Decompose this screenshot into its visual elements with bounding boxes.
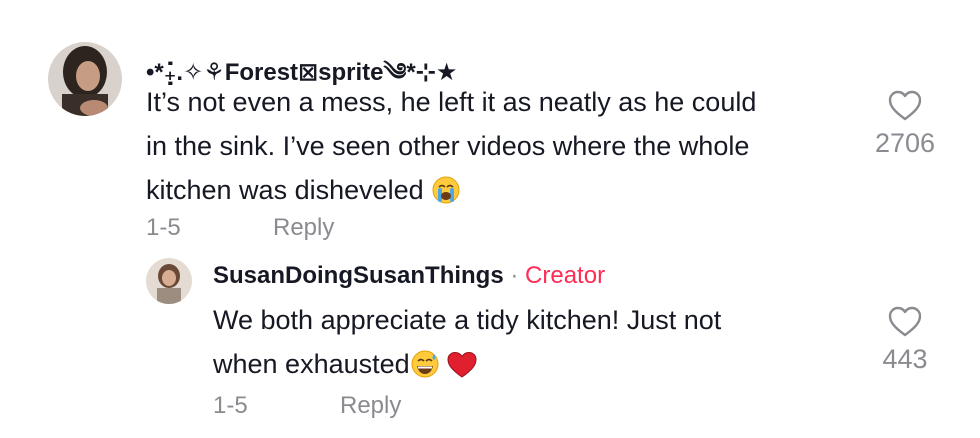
reply-text-line: when exhausted [213,342,853,392]
avatar-image [146,258,192,304]
red-heart-icon [447,348,477,392]
reply-text-fragment: when exhausted [213,349,410,379]
comment-text-line: It’s not even a mess, he left it as neat… [146,87,757,117]
avatar[interactable] [48,42,122,116]
heart-outline-icon [866,90,944,122]
like-count: 443 [882,344,928,374]
reply-text: We both appreciate a tidy kitchen! Just … [213,298,853,392]
comment-text-line: kitchen was disheveled [146,168,866,218]
heart-outline-icon [866,306,944,338]
creator-badge: Creator [525,262,606,289]
reply-username[interactable]: SusanDoingSusanThings [213,262,504,289]
reply-text-line: We both appreciate a tidy kitchen! Just … [213,305,722,335]
reply-item: SusanDoingSusanThings · Creator We both … [0,250,980,438]
reply-username-row: SusanDoingSusanThings · Creator [213,262,605,290]
avatar-image [48,42,122,116]
reply-button[interactable]: Reply [340,392,401,420]
comment-text-fragment: kitchen was disheveled [146,175,424,205]
comment-text-line: in the sink. I’ve seen other videos wher… [146,131,750,161]
comment-item: •*₊̣̇.✧⚘Forest⊠sprite༄*⊹★ It’s not even … [0,0,980,250]
like-button[interactable]: 2706 [866,90,944,159]
avatar[interactable] [146,258,192,304]
loudly-crying-face-icon [431,174,461,218]
separator: · [510,262,519,289]
grinning-sweat-face-icon [410,348,440,392]
like-button[interactable]: 443 [866,306,944,375]
reply-date: 1-5 [213,392,248,419]
comment-text: It’s not even a mess, he left it as neat… [146,80,866,218]
reply-button[interactable]: Reply [273,214,334,242]
like-count: 2706 [874,128,936,158]
comment-date: 1-5 [146,214,181,241]
